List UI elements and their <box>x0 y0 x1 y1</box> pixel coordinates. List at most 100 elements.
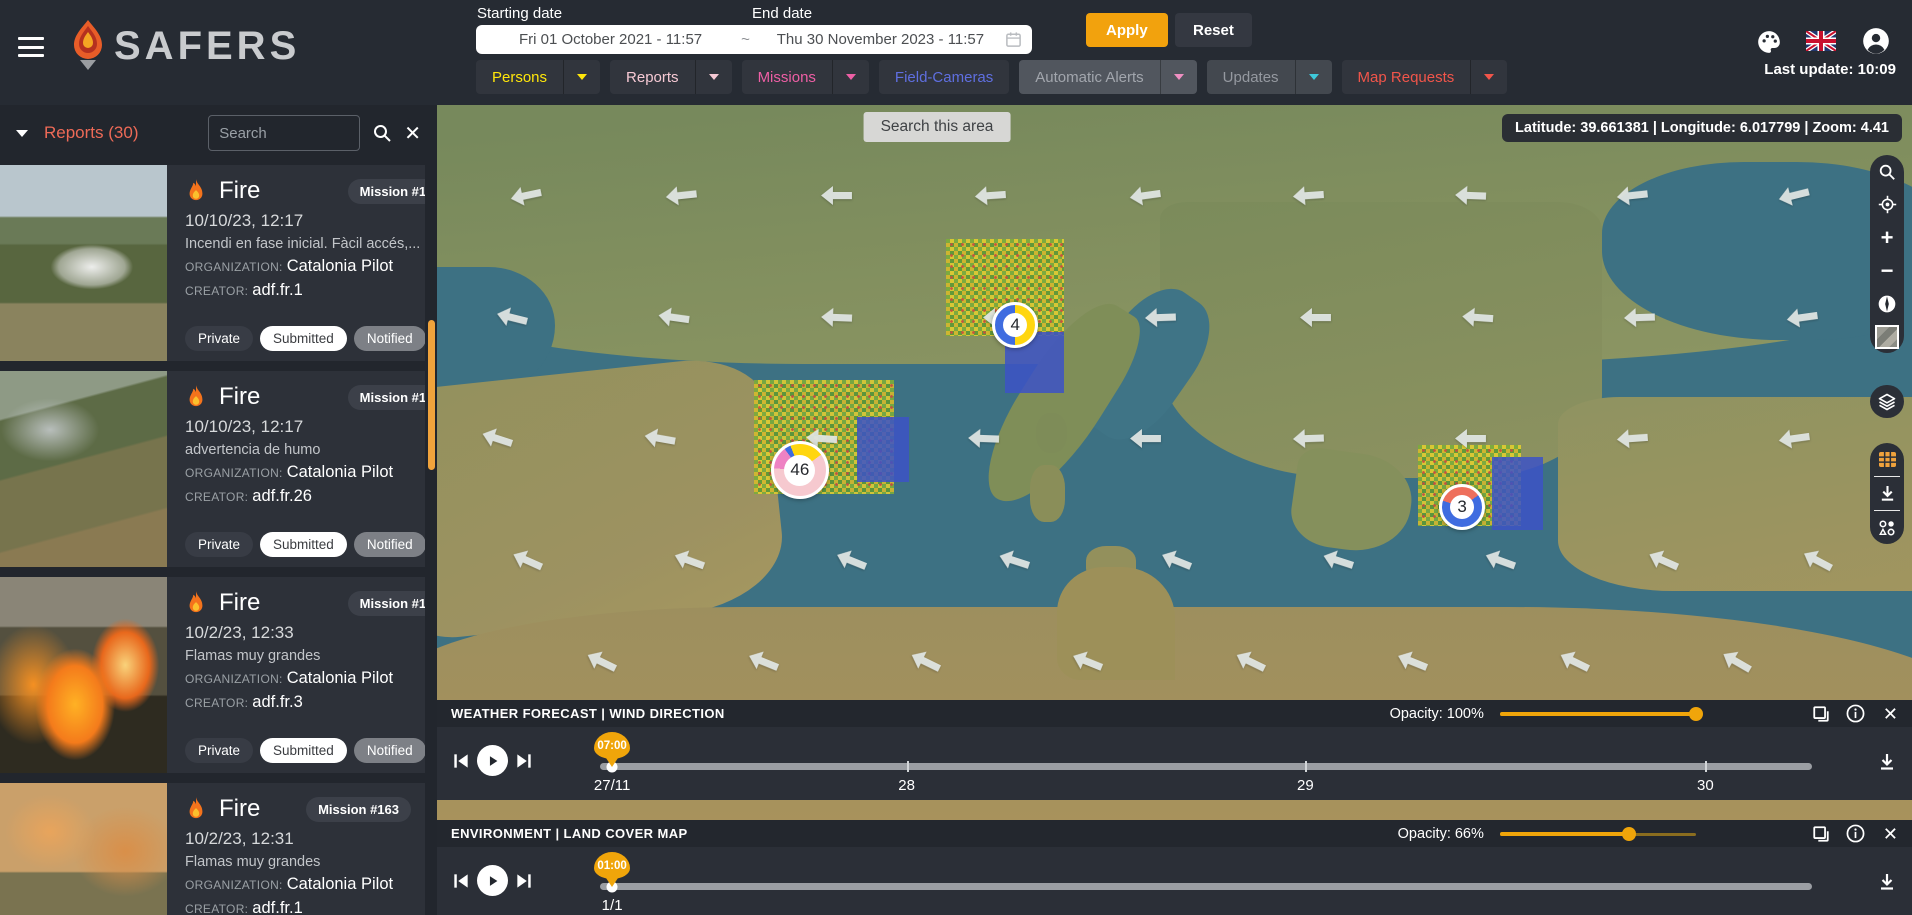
search-icon[interactable] <box>372 123 392 143</box>
skip-next-icon[interactable] <box>514 751 534 771</box>
wind-arrow-icon <box>1624 307 1656 332</box>
duplicate-layer-icon[interactable] <box>1812 825 1830 843</box>
download-icon[interactable] <box>1878 753 1896 771</box>
chevron-down-icon[interactable] <box>1484 74 1494 80</box>
filter-button-field-cameras[interactable]: Field-Cameras <box>879 60 1009 94</box>
zoom-in-icon[interactable]: + <box>1870 221 1904 254</box>
timeline-tick-label: 27/11 <box>594 777 630 794</box>
compass-icon[interactable] <box>1870 287 1904 320</box>
filter-label: Automatic Alerts <box>1019 60 1159 94</box>
report-description: Flamas muy grandes <box>185 648 425 664</box>
playback-controls <box>451 865 534 896</box>
download-icon[interactable] <box>1878 873 1896 891</box>
report-card[interactable]: Fire Mission #163 10/2/23, 12:31 Flamas … <box>0 783 425 915</box>
mission-badge: Mission #165 <box>348 385 425 410</box>
close-icon[interactable]: ✕ <box>400 121 425 146</box>
collapse-chevron-icon[interactable] <box>16 130 28 137</box>
search-this-area-button[interactable]: Search this area <box>864 112 1011 142</box>
map-canvas[interactable]: 4463 Search this area Latitude: 39.66138… <box>437 105 1912 915</box>
organization-value: Catalonia Pilot <box>287 463 393 481</box>
chevron-down-icon[interactable] <box>709 74 719 80</box>
play-icon[interactable] <box>477 745 508 776</box>
download-icon[interactable] <box>1870 477 1904 510</box>
map-toolbar-group <box>1870 385 1904 418</box>
reset-button[interactable]: Reset <box>1175 13 1252 47</box>
timeline-slider[interactable]: 01:00 1/1 <box>600 883 1812 890</box>
close-icon[interactable]: ✕ <box>1883 705 1898 723</box>
legend-shapes-icon[interactable] <box>1870 511 1904 544</box>
report-card-body: Fire Mission #165 10/10/23, 12:17 Incend… <box>167 165 425 361</box>
opacity-slider[interactable] <box>1500 827 1696 841</box>
basemap-switcher-icon[interactable] <box>1870 320 1904 353</box>
wind-arrow-icon <box>1145 307 1177 332</box>
filter-button-automatic-alerts[interactable]: Automatic Alerts <box>1019 60 1196 94</box>
report-datetime: 10/10/23, 12:17 <box>185 211 425 231</box>
map-search-icon[interactable] <box>1870 155 1904 188</box>
filter-button-updates[interactable]: Updates <box>1207 60 1332 94</box>
opacity-slider[interactable] <box>1500 707 1696 721</box>
chevron-down-icon[interactable] <box>846 74 856 80</box>
report-datetime: 10/2/23, 12:33 <box>185 623 425 643</box>
map-toolbar-group <box>1870 443 1904 544</box>
report-cluster-marker[interactable]: 3 <box>1439 484 1485 530</box>
close-icon[interactable]: ✕ <box>1883 825 1898 843</box>
creator-value: adf.fr.1 <box>252 899 302 915</box>
data-table-icon[interactable] <box>1870 443 1904 476</box>
report-photo <box>0 165 167 361</box>
duplicate-layer-icon[interactable] <box>1812 705 1830 723</box>
report-cluster-marker[interactable]: 4 <box>992 302 1038 348</box>
menu-icon[interactable] <box>18 37 44 57</box>
time-marker[interactable]: 01:00 <box>594 852 630 879</box>
time-marker[interactable]: 07:00 <box>594 732 630 759</box>
report-card-body: Fire Mission #163 10/2/23, 12:33 Flamas … <box>167 577 425 773</box>
organization-label: ORGANIZATION: <box>185 260 283 274</box>
wind-arrow-icon <box>1455 429 1486 453</box>
end-date-value[interactable]: Thu 30 November 2023 - 11:57 <box>756 31 1005 48</box>
map-land <box>437 353 788 643</box>
skip-next-icon[interactable] <box>514 871 534 891</box>
filter-button-missions[interactable]: Missions <box>742 60 869 94</box>
report-card[interactable]: Fire Mission #163 10/2/23, 12:33 Flamas … <box>0 577 425 773</box>
cluster-count: 4 <box>1003 313 1027 337</box>
weather-forecast-panel: WEATHER FORECAST | WIND DIRECTION Opacit… <box>437 700 1912 800</box>
filter-button-reports[interactable]: Reports <box>610 60 732 94</box>
skip-previous-icon[interactable] <box>451 751 471 771</box>
timeline-slider[interactable]: 07:00 27/11282930 <box>600 763 1812 770</box>
account-icon[interactable] <box>1862 27 1890 60</box>
info-icon[interactable] <box>1846 824 1865 843</box>
search-input[interactable] <box>208 115 360 151</box>
chevron-down-icon[interactable] <box>1309 74 1319 80</box>
opacity-label: Opacity: 66% <box>1398 826 1484 842</box>
chevron-down-icon[interactable] <box>577 74 587 80</box>
filter-label: Persons <box>476 60 563 94</box>
top-bar: SAFERS Starting date End date Fri 01 Oct… <box>0 0 1912 105</box>
theme-palette-icon[interactable] <box>1756 29 1782 60</box>
divider <box>563 60 564 94</box>
organization-label: ORGANIZATION: <box>185 672 283 686</box>
locate-me-icon[interactable] <box>1870 188 1904 221</box>
timeline-tick-label: 30 <box>1697 777 1714 794</box>
info-icon[interactable] <box>1846 704 1865 723</box>
organization-value: Catalonia Pilot <box>287 257 393 275</box>
calendar-icon[interactable] <box>1005 31 1022 48</box>
fire-icon <box>185 590 207 616</box>
apply-button[interactable]: Apply <box>1086 13 1168 47</box>
fire-icon <box>185 178 207 204</box>
filter-button-persons[interactable]: Persons <box>476 60 600 94</box>
end-date-label: End date <box>752 5 812 22</box>
filter-button-map-requests[interactable]: Map Requests <box>1342 60 1508 94</box>
zoom-out-icon[interactable]: − <box>1870 254 1904 287</box>
play-icon[interactable] <box>477 865 508 896</box>
cluster-count: 46 <box>784 455 815 486</box>
report-card[interactable]: Fire Mission #165 10/10/23, 12:17 advert… <box>0 371 425 567</box>
skip-previous-icon[interactable] <box>451 871 471 891</box>
layers-icon[interactable] <box>1870 385 1904 418</box>
language-flag-icon[interactable] <box>1806 31 1836 56</box>
report-card[interactable]: Fire Mission #165 10/10/23, 12:17 Incend… <box>0 165 425 361</box>
start-date-value[interactable]: Fri 01 October 2021 - 11:57 <box>486 31 735 48</box>
report-cluster-marker[interactable]: 46 <box>771 441 829 499</box>
date-range-input[interactable]: Fri 01 October 2021 - 11:57 ~ Thu 30 Nov… <box>476 25 1032 54</box>
chevron-down-icon[interactable] <box>1174 74 1184 80</box>
report-type: Fire <box>219 177 260 205</box>
sidebar-scrollbar[interactable] <box>428 320 435 470</box>
